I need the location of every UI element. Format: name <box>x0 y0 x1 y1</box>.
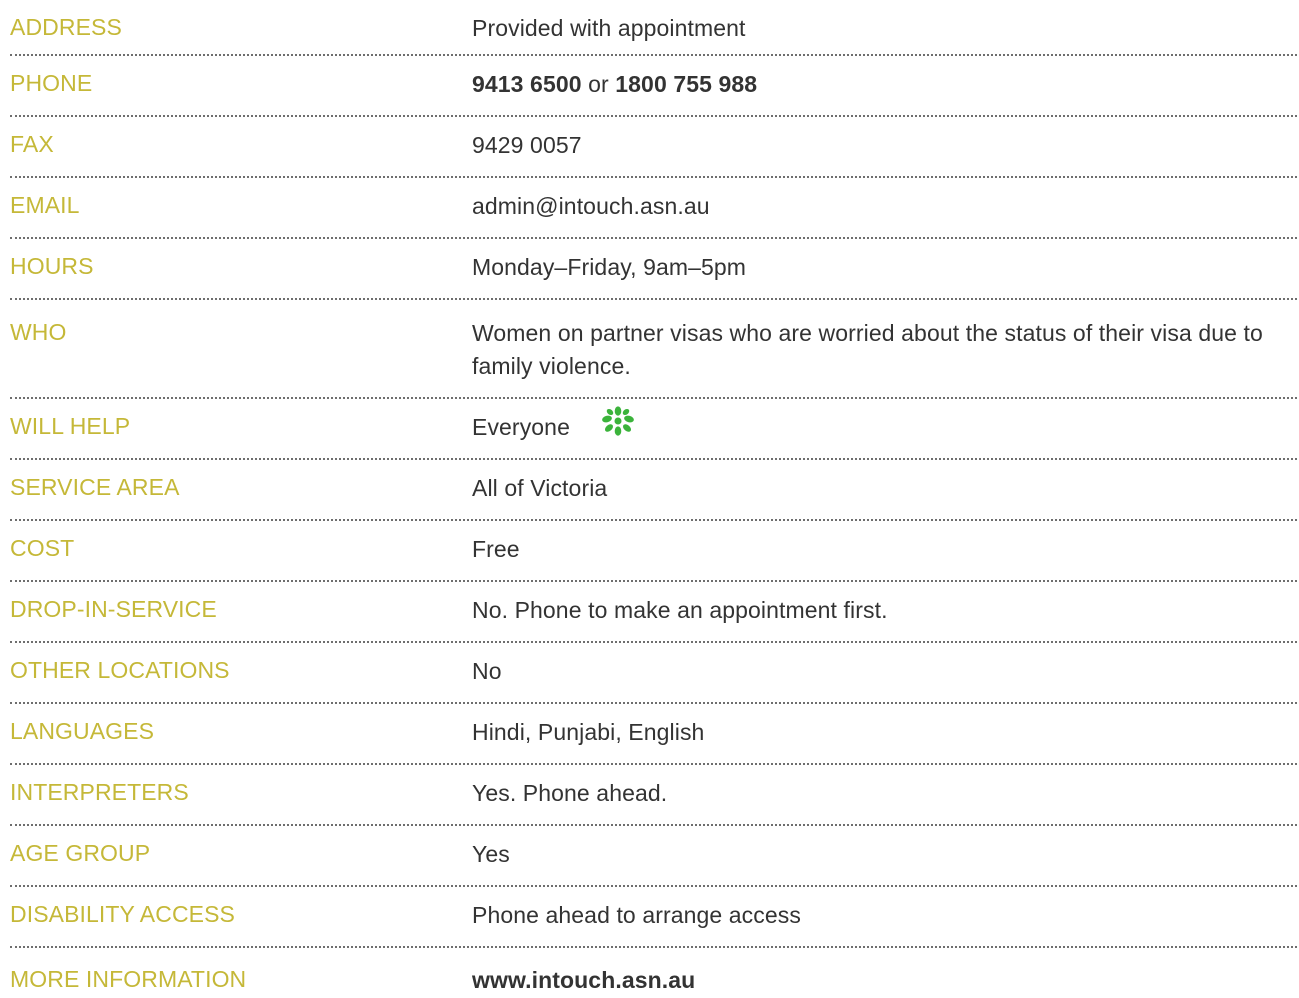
fax-value: 9429 0057 <box>472 132 582 158</box>
phone-label: PHONE <box>10 70 93 96</box>
service-area-label: SERVICE AREA <box>10 474 180 500</box>
phone-value: 9413 6500 or 1800 755 988 <box>472 68 1297 101</box>
address-value: Provided with appointment <box>472 15 746 41</box>
phone-primary[interactable]: 9413 6500 <box>472 71 582 97</box>
who-label: WHO <box>10 319 67 345</box>
cost-label: COST <box>10 535 75 561</box>
phone-secondary[interactable]: 1800 755 988 <box>615 71 757 97</box>
phone-joiner: or <box>581 71 616 97</box>
row-who: WHO Women on partner visas who are worri… <box>10 300 1297 399</box>
service-info-table: ADDRESS Provided with appointment PHONE … <box>10 0 1297 998</box>
more-information-label: MORE INFORMATION <box>10 966 247 992</box>
cost-value: Free <box>472 536 520 562</box>
row-other-locations: OTHER LOCATIONS No <box>10 643 1297 704</box>
more-information-cell: www.intouch.asn.au <box>472 964 1297 997</box>
row-more-information: MORE INFORMATION www.intouch.asn.au <box>10 948 1297 998</box>
drop-in-service-value: No. Phone to make an appointment first. <box>472 597 888 623</box>
disability-access-label: DISABILITY ACCESS <box>10 901 235 927</box>
row-address: ADDRESS Provided with appointment <box>10 0 1297 56</box>
row-phone: PHONE 9413 6500 or 1800 755 988 <box>10 56 1297 117</box>
email-label: EMAIL <box>10 192 80 218</box>
interpreters-label: INTERPRETERS <box>10 779 189 805</box>
row-cost: COST Free <box>10 521 1297 582</box>
languages-value: Hindi, Punjabi, English <box>472 719 705 745</box>
green-flower-icon <box>598 406 638 445</box>
row-email: EMAIL admin@intouch.asn.au <box>10 178 1297 239</box>
address-label: ADDRESS <box>10 14 122 40</box>
website-link[interactable]: www.intouch.asn.au <box>472 967 695 993</box>
service-area-value: All of Victoria <box>472 475 608 501</box>
row-interpreters: INTERPRETERS Yes. Phone ahead. <box>10 765 1297 826</box>
hours-label: HOURS <box>10 253 94 279</box>
email-value[interactable]: admin@intouch.asn.au <box>472 190 1297 223</box>
row-service-area: SERVICE AREA All of Victoria <box>10 460 1297 521</box>
languages-label: LANGUAGES <box>10 718 155 744</box>
age-group-value: Yes <box>472 841 510 867</box>
row-languages: LANGUAGES Hindi, Punjabi, English <box>10 704 1297 765</box>
row-fax: FAX 9429 0057 <box>10 117 1297 178</box>
row-disability-access: DISABILITY ACCESS Phone ahead to arrange… <box>10 887 1297 948</box>
who-value: Women on partner visas who are worried a… <box>472 320 1263 379</box>
interpreters-value: Yes. Phone ahead. <box>472 780 668 806</box>
drop-in-service-label: DROP-IN-SERVICE <box>10 596 217 622</box>
will-help-value-cell: Everyone <box>472 406 1297 445</box>
row-age-group: AGE GROUP Yes <box>10 826 1297 887</box>
row-will-help: WILL HELP Everyone <box>10 399 1297 460</box>
hours-value: Monday–Friday, 9am–5pm <box>472 254 747 280</box>
other-locations-value: No <box>472 658 502 684</box>
age-group-label: AGE GROUP <box>10 840 151 866</box>
disability-access-value: Phone ahead to arrange access <box>472 902 801 928</box>
row-drop-in-service: DROP-IN-SERVICE No. Phone to make an app… <box>10 582 1297 643</box>
fax-label: FAX <box>10 131 54 157</box>
will-help-label: WILL HELP <box>10 413 131 439</box>
will-help-value: Everyone <box>472 414 570 440</box>
other-locations-label: OTHER LOCATIONS <box>10 657 230 683</box>
row-hours: HOURS Monday–Friday, 9am–5pm <box>10 239 1297 300</box>
